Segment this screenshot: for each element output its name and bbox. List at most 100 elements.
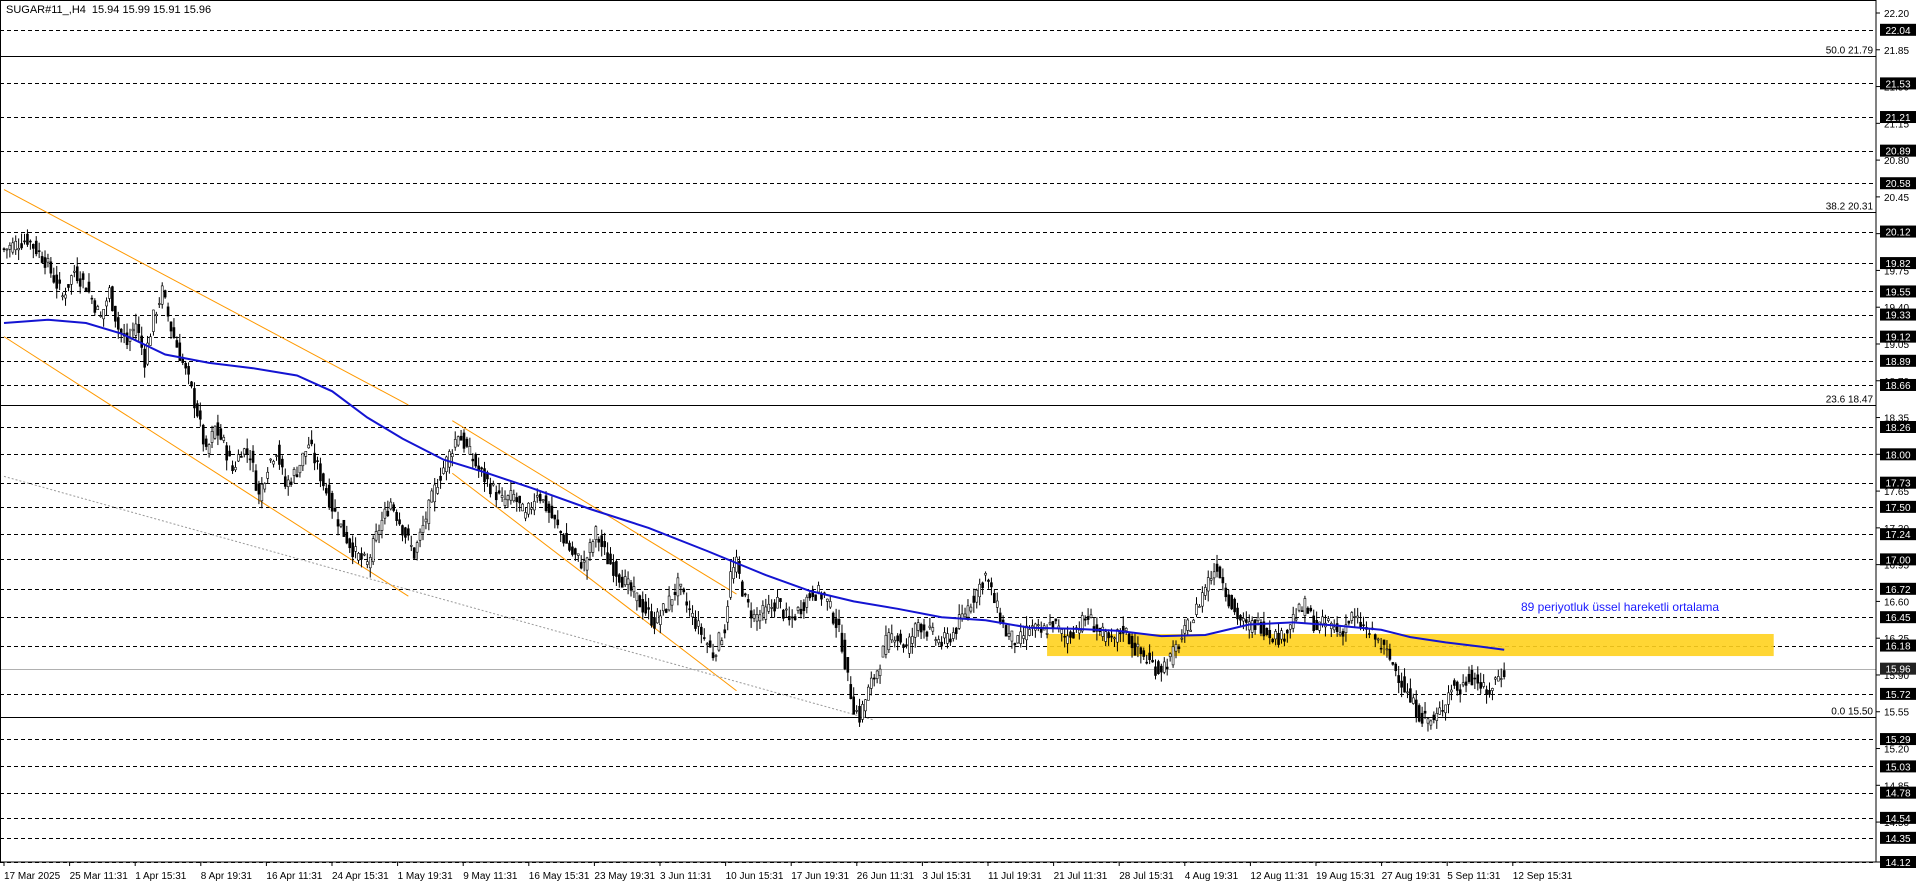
x-tick-label: 8 Apr 19:31 xyxy=(201,871,253,882)
x-tick-label: 26 Jun 11:31 xyxy=(857,871,915,882)
price-tag-15-29: 15.29 xyxy=(1880,733,1916,746)
y-tick-label: 20.80 xyxy=(1884,156,1909,167)
candle xyxy=(1417,703,1421,723)
candle xyxy=(111,285,114,312)
y-tick-label: 15.55 xyxy=(1884,708,1909,719)
price-tag-label: 21.53 xyxy=(1885,79,1910,90)
x-tick-label: 25 Mar 11:31 xyxy=(70,871,129,882)
chart-title: SUGAR#11_,H4 15.94 15.99 15.91 15.96 xyxy=(6,4,211,16)
candle xyxy=(152,309,155,336)
price-tag-14-12: 14.12 xyxy=(1880,856,1916,869)
price-tag-label: 15.03 xyxy=(1885,762,1910,773)
x-tick-label: 16 May 15:31 xyxy=(529,871,590,882)
price-tag-label: 18.89 xyxy=(1885,357,1910,368)
price-tag-label: 17.00 xyxy=(1885,555,1910,566)
price-tag-label: 15.72 xyxy=(1885,690,1910,701)
x-tick-label: 16 Apr 11:31 xyxy=(266,871,322,882)
price-tag-21-21: 21.21 xyxy=(1880,111,1916,124)
price-tag-label: 18.66 xyxy=(1885,381,1910,392)
candle xyxy=(638,594,642,608)
price-tag-18-26: 18.26 xyxy=(1880,420,1916,434)
chart-background xyxy=(0,0,1916,888)
x-tick-label: 24 Apr 15:31 xyxy=(332,871,389,882)
x-tick-label: 11 Jul 19:31 xyxy=(988,871,1042,882)
candle xyxy=(412,547,416,560)
x-tick-label: 10 Jun 15:31 xyxy=(726,871,784,882)
candle xyxy=(831,611,835,626)
candle xyxy=(814,594,817,601)
price-tag-label: 14.35 xyxy=(1885,834,1910,845)
price-tag-14-78: 14.78 xyxy=(1880,786,1916,800)
price-tag-14-54: 14.54 xyxy=(1880,811,1916,825)
candle xyxy=(717,631,721,652)
price-tag-label: 18.26 xyxy=(1885,423,1910,434)
candle xyxy=(474,452,478,468)
price-tag-17-50: 17.50 xyxy=(1880,500,1916,514)
price-tag-label: 19.55 xyxy=(1885,287,1910,298)
x-tick-label: 4 Aug 19:31 xyxy=(1185,871,1239,882)
price-tag-15-72: 15.72 xyxy=(1880,687,1916,701)
price-tag-15-96: 15.96 xyxy=(1880,662,1916,676)
price-tag-19-12: 19.12 xyxy=(1880,330,1916,344)
price-tag-17-00: 17.00 xyxy=(1880,553,1916,566)
price-tag-label: 16.18 xyxy=(1885,642,1910,653)
y-tick-label: 20.45 xyxy=(1884,193,1909,204)
x-tick-label: 9 May 11:31 xyxy=(463,871,518,882)
price-tag-18-00: 18.00 xyxy=(1880,448,1916,461)
price-tag-label: 19.12 xyxy=(1885,333,1910,344)
price-tag-label: 16.72 xyxy=(1885,585,1910,596)
price-tag-label: 22.04 xyxy=(1885,26,1910,37)
ema-annotation: 89 periyotluk üssel hareketli ortalama xyxy=(1521,600,1719,614)
x-tick-label: 17 Jun 19:31 xyxy=(791,871,849,882)
y-tick-label: 21.85 xyxy=(1884,46,1909,57)
price-tag-17-24: 17.24 xyxy=(1880,528,1916,541)
price-tag-18-66: 18.66 xyxy=(1880,378,1916,392)
x-tick-label: 12 Aug 11:31 xyxy=(1250,871,1309,882)
price-tag-14-35: 14.35 xyxy=(1880,831,1916,845)
x-tick-label: 3 Jun 11:31 xyxy=(660,871,712,882)
price-tag-19-55: 19.55 xyxy=(1880,285,1916,298)
price-tag-label: 14.54 xyxy=(1885,814,1910,825)
price-tag-16-45: 16.45 xyxy=(1880,611,1916,624)
price-tag-label: 14.12 xyxy=(1885,858,1910,869)
price-tag-label: 15.96 xyxy=(1885,665,1910,676)
price-tag-label: 18.00 xyxy=(1885,450,1910,461)
price-tag-20-89: 20.89 xyxy=(1880,144,1916,158)
candle xyxy=(521,502,524,512)
price-tag-label: 20.58 xyxy=(1885,179,1910,190)
price-tag-19-82: 19.82 xyxy=(1880,257,1916,270)
price-tag-label: 14.78 xyxy=(1885,789,1910,800)
price-tag-15-03: 15.03 xyxy=(1880,760,1916,773)
price-tag-label: 21.21 xyxy=(1885,113,1910,124)
y-tick-label: 16.60 xyxy=(1884,597,1909,608)
ohlc-readout: 15.94 15.99 15.91 15.96 xyxy=(92,4,211,16)
price-tag-19-33: 19.33 xyxy=(1880,308,1916,322)
price-tag-20-58: 20.58 xyxy=(1880,177,1916,190)
candle xyxy=(1230,594,1233,611)
y-tick-label: 22.20 xyxy=(1884,9,1909,20)
fib-label-50-0-21-79: 50.0 21.79 xyxy=(1826,46,1874,57)
price-tag-label: 19.82 xyxy=(1885,259,1910,270)
candle xyxy=(84,287,88,293)
candle xyxy=(371,535,375,566)
x-tick-label: 1 Apr 15:31 xyxy=(135,871,187,882)
candle xyxy=(741,579,744,597)
symbol-label: SUGAR#11_,H4 xyxy=(6,4,86,16)
x-tick-label: 1 May 19:31 xyxy=(398,871,453,882)
x-tick-label: 28 Jul 15:31 xyxy=(1119,871,1174,882)
price-tag-21-53: 21.53 xyxy=(1880,77,1916,90)
candle xyxy=(1016,635,1020,644)
x-tick-label: 21 Jul 11:31 xyxy=(1054,871,1108,882)
x-tick-label: 5 Sep 11:31 xyxy=(1447,871,1501,882)
fib-label-38-2-20-31: 38.2 20.31 xyxy=(1826,202,1874,213)
x-tick-label: 23 May 19:31 xyxy=(594,871,655,882)
fib-label-0-0-15-50: 0.0 15.50 xyxy=(1831,707,1873,718)
price-tag-label: 19.33 xyxy=(1885,311,1910,322)
x-tick-label: 19 Aug 15:31 xyxy=(1316,871,1375,882)
candle xyxy=(1157,659,1160,675)
price-tag-label: 17.24 xyxy=(1885,530,1910,541)
price-tag-label: 17.73 xyxy=(1885,479,1910,490)
price-tag-label: 15.29 xyxy=(1885,735,1910,746)
candle xyxy=(1218,565,1222,579)
candle xyxy=(456,435,460,447)
